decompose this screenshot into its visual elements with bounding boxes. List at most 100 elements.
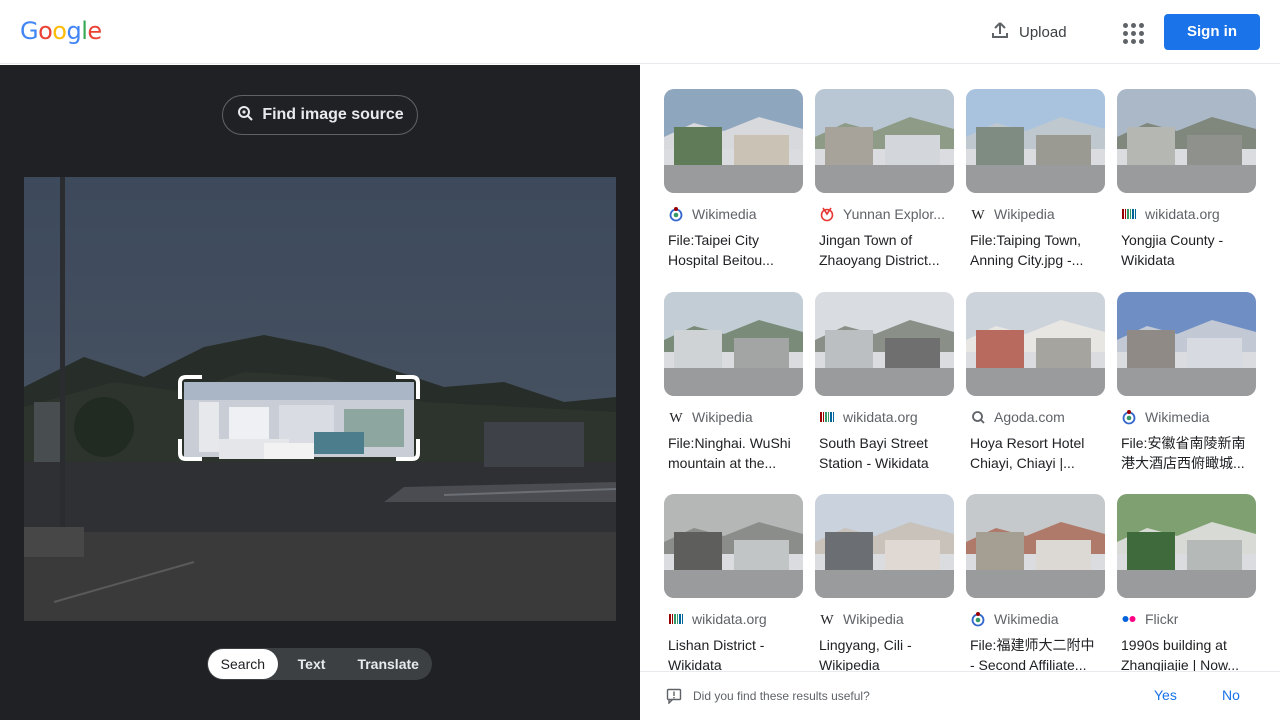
result-thumbnail[interactable]	[815, 494, 954, 598]
svg-text:W: W	[820, 613, 834, 627]
logo-letter: g	[66, 17, 82, 45]
upload-icon	[990, 20, 1010, 44]
result-source: W Wikipedia	[668, 409, 803, 425]
result-title[interactable]: File:Ninghai. WuShi mountain at the...	[668, 433, 800, 473]
find-image-source-label: Find image source	[262, 106, 404, 123]
result-card[interactable]: Wikimedia File:Taipei City Hospital Beito…	[664, 89, 803, 268]
sign-in-button[interactable]: Sign in	[1164, 14, 1260, 50]
result-card[interactable]: Wikimedia File:福建师大二附中 - Second Affiliate…	[966, 494, 1105, 673]
feedback-icon	[666, 688, 682, 709]
feedback-yes-button[interactable]: Yes	[1154, 687, 1177, 703]
result-title[interactable]: File:福建师大二附中 - Second Affiliate...	[970, 635, 1102, 675]
mode-translate-tab[interactable]: Translate	[345, 649, 431, 679]
flickr-icon	[1121, 611, 1137, 627]
result-thumbnail[interactable]	[1117, 292, 1256, 396]
result-source: Flickr	[1121, 611, 1256, 627]
result-title[interactable]: South Bayi Street Station - Wikidata	[819, 433, 951, 473]
svg-text:W: W	[971, 208, 985, 222]
result-source: wikidata.org	[819, 409, 954, 425]
result-source-name: Wikimedia	[1145, 409, 1210, 425]
upload-button[interactable]: Upload	[990, 18, 1067, 46]
result-thumbnail[interactable]	[1117, 89, 1256, 193]
result-thumbnail[interactable]	[966, 89, 1105, 193]
result-source: Wikimedia	[668, 206, 803, 222]
result-source: W Wikipedia	[970, 206, 1105, 222]
result-thumbnail[interactable]	[815, 89, 954, 193]
result-title[interactable]: File:Taipei City Hospital Beitou...	[668, 230, 800, 270]
result-source: Wikimedia	[1121, 409, 1256, 425]
wikimedia-icon	[668, 206, 684, 222]
wikimedia-icon	[970, 611, 986, 627]
result-thumbnail[interactable]	[815, 292, 954, 396]
result-source-name: Wikimedia	[692, 206, 757, 222]
result-source: Wikimedia	[970, 611, 1105, 627]
result-source: wikidata.org	[1121, 206, 1256, 222]
wikimedia-icon	[1121, 409, 1137, 425]
result-card[interactable]: W Wikipedia File:Taiping Town, Anning City…	[966, 89, 1105, 268]
wikidata-icon	[1121, 206, 1137, 222]
result-source-name: Agoda.com	[994, 409, 1065, 425]
result-thumbnail[interactable]	[664, 89, 803, 193]
result-card[interactable]: W Wikipedia File:Ninghai. WuShi mountain a…	[664, 292, 803, 471]
apps-grid-icon[interactable]	[1120, 20, 1144, 44]
google-logo[interactable]: Google	[20, 17, 102, 45]
result-source-name: Yunnan Explor...	[843, 206, 945, 222]
wikidata-icon	[819, 409, 835, 425]
result-thumbnail[interactable]	[966, 292, 1105, 396]
find-image-source-button[interactable]: Find image source	[222, 95, 418, 135]
mode-text-tab[interactable]: Text	[278, 649, 346, 679]
result-source: wikidata.org	[668, 611, 803, 627]
result-title[interactable]: Lingyang, Cili - Wikipedia	[819, 635, 951, 675]
wikipedia-icon: W	[819, 611, 835, 627]
result-thumbnail[interactable]	[664, 292, 803, 396]
agoda-icon	[970, 409, 986, 425]
search-mode-switcher: Search Text Translate	[207, 648, 432, 680]
result-card[interactable]: W Wikipedia Lingyang, Cili - Wikipedia	[815, 494, 954, 673]
result-source-name: Wikipedia	[994, 206, 1055, 222]
result-card[interactable]: wikidata.org Yongjia County - Wikidata	[1117, 89, 1256, 268]
feedback-no-button[interactable]: No	[1222, 687, 1240, 703]
result-source: W Wikipedia	[819, 611, 954, 627]
yunnan-explore-icon	[819, 206, 835, 222]
logo-letter: o	[38, 17, 53, 45]
result-title[interactable]: Yongjia County - Wikidata	[1121, 230, 1253, 270]
result-card[interactable]: Flickr 1990s building at Zhangjiajie | No…	[1117, 494, 1256, 673]
result-thumbnail[interactable]	[1117, 494, 1256, 598]
result-card[interactable]: wikidata.org South Bayi Street Station - …	[815, 292, 954, 471]
result-source-name: wikidata.org	[843, 409, 918, 425]
feedback-bar: Did you find these results useful? Yes N…	[640, 671, 1280, 720]
result-thumbnail[interactable]	[664, 494, 803, 598]
result-source-name: Flickr	[1145, 611, 1179, 627]
result-card[interactable]: Yunnan Explor... Jingan Town of Zhaoyang …	[815, 89, 954, 268]
uploaded-image	[24, 177, 616, 621]
upload-label: Upload	[1019, 23, 1067, 41]
result-title[interactable]: Jingan Town of Zhaoyang District...	[819, 230, 951, 270]
result-card[interactable]: Wikimedia File:安徽省南陵新南港大酒店西俯瞰城...	[1117, 292, 1256, 471]
mode-search-tab[interactable]: Search	[208, 649, 278, 679]
result-title[interactable]: Lishan District - Wikidata	[668, 635, 800, 675]
feedback-question: Did you find these results useful?	[693, 689, 870, 703]
result-card[interactable]: Agoda.com Hoya Resort Hotel Chiayi, Chiay…	[966, 292, 1105, 471]
image-preview-panel: Find image source Search Text Translate	[0, 65, 640, 720]
result-source-name: Wikimedia	[994, 611, 1059, 627]
logo-letter: e	[87, 17, 102, 45]
result-title[interactable]: Hoya Resort Hotel Chiayi, Chiayi |...	[970, 433, 1102, 473]
result-source: Yunnan Explor...	[819, 206, 954, 222]
result-title[interactable]: File:安徽省南陵新南港大酒店西俯瞰城...	[1121, 433, 1253, 473]
result-source-name: wikidata.org	[692, 611, 767, 627]
wikipedia-icon: W	[970, 206, 986, 222]
logo-letter: o	[52, 17, 67, 45]
wikidata-icon	[668, 611, 684, 627]
result-source-name: Wikipedia	[692, 409, 753, 425]
svg-text:W: W	[669, 411, 683, 425]
result-title[interactable]: 1990s building at Zhangjiajie | Now...	[1121, 635, 1253, 675]
result-thumbnail[interactable]	[966, 494, 1105, 598]
result-source: Agoda.com	[970, 409, 1105, 425]
lens-search-icon	[236, 104, 254, 127]
visual-matches-panel: Wikimedia File:Taipei City Hospital Beito…	[640, 65, 1280, 720]
result-card[interactable]: wikidata.org Lishan District - Wikidata	[664, 494, 803, 673]
wikipedia-icon: W	[668, 409, 684, 425]
result-source-name: Wikipedia	[843, 611, 904, 627]
result-title[interactable]: File:Taiping Town, Anning City.jpg -...	[970, 230, 1102, 270]
top-bar: Google Upload Sign in	[0, 0, 1280, 64]
